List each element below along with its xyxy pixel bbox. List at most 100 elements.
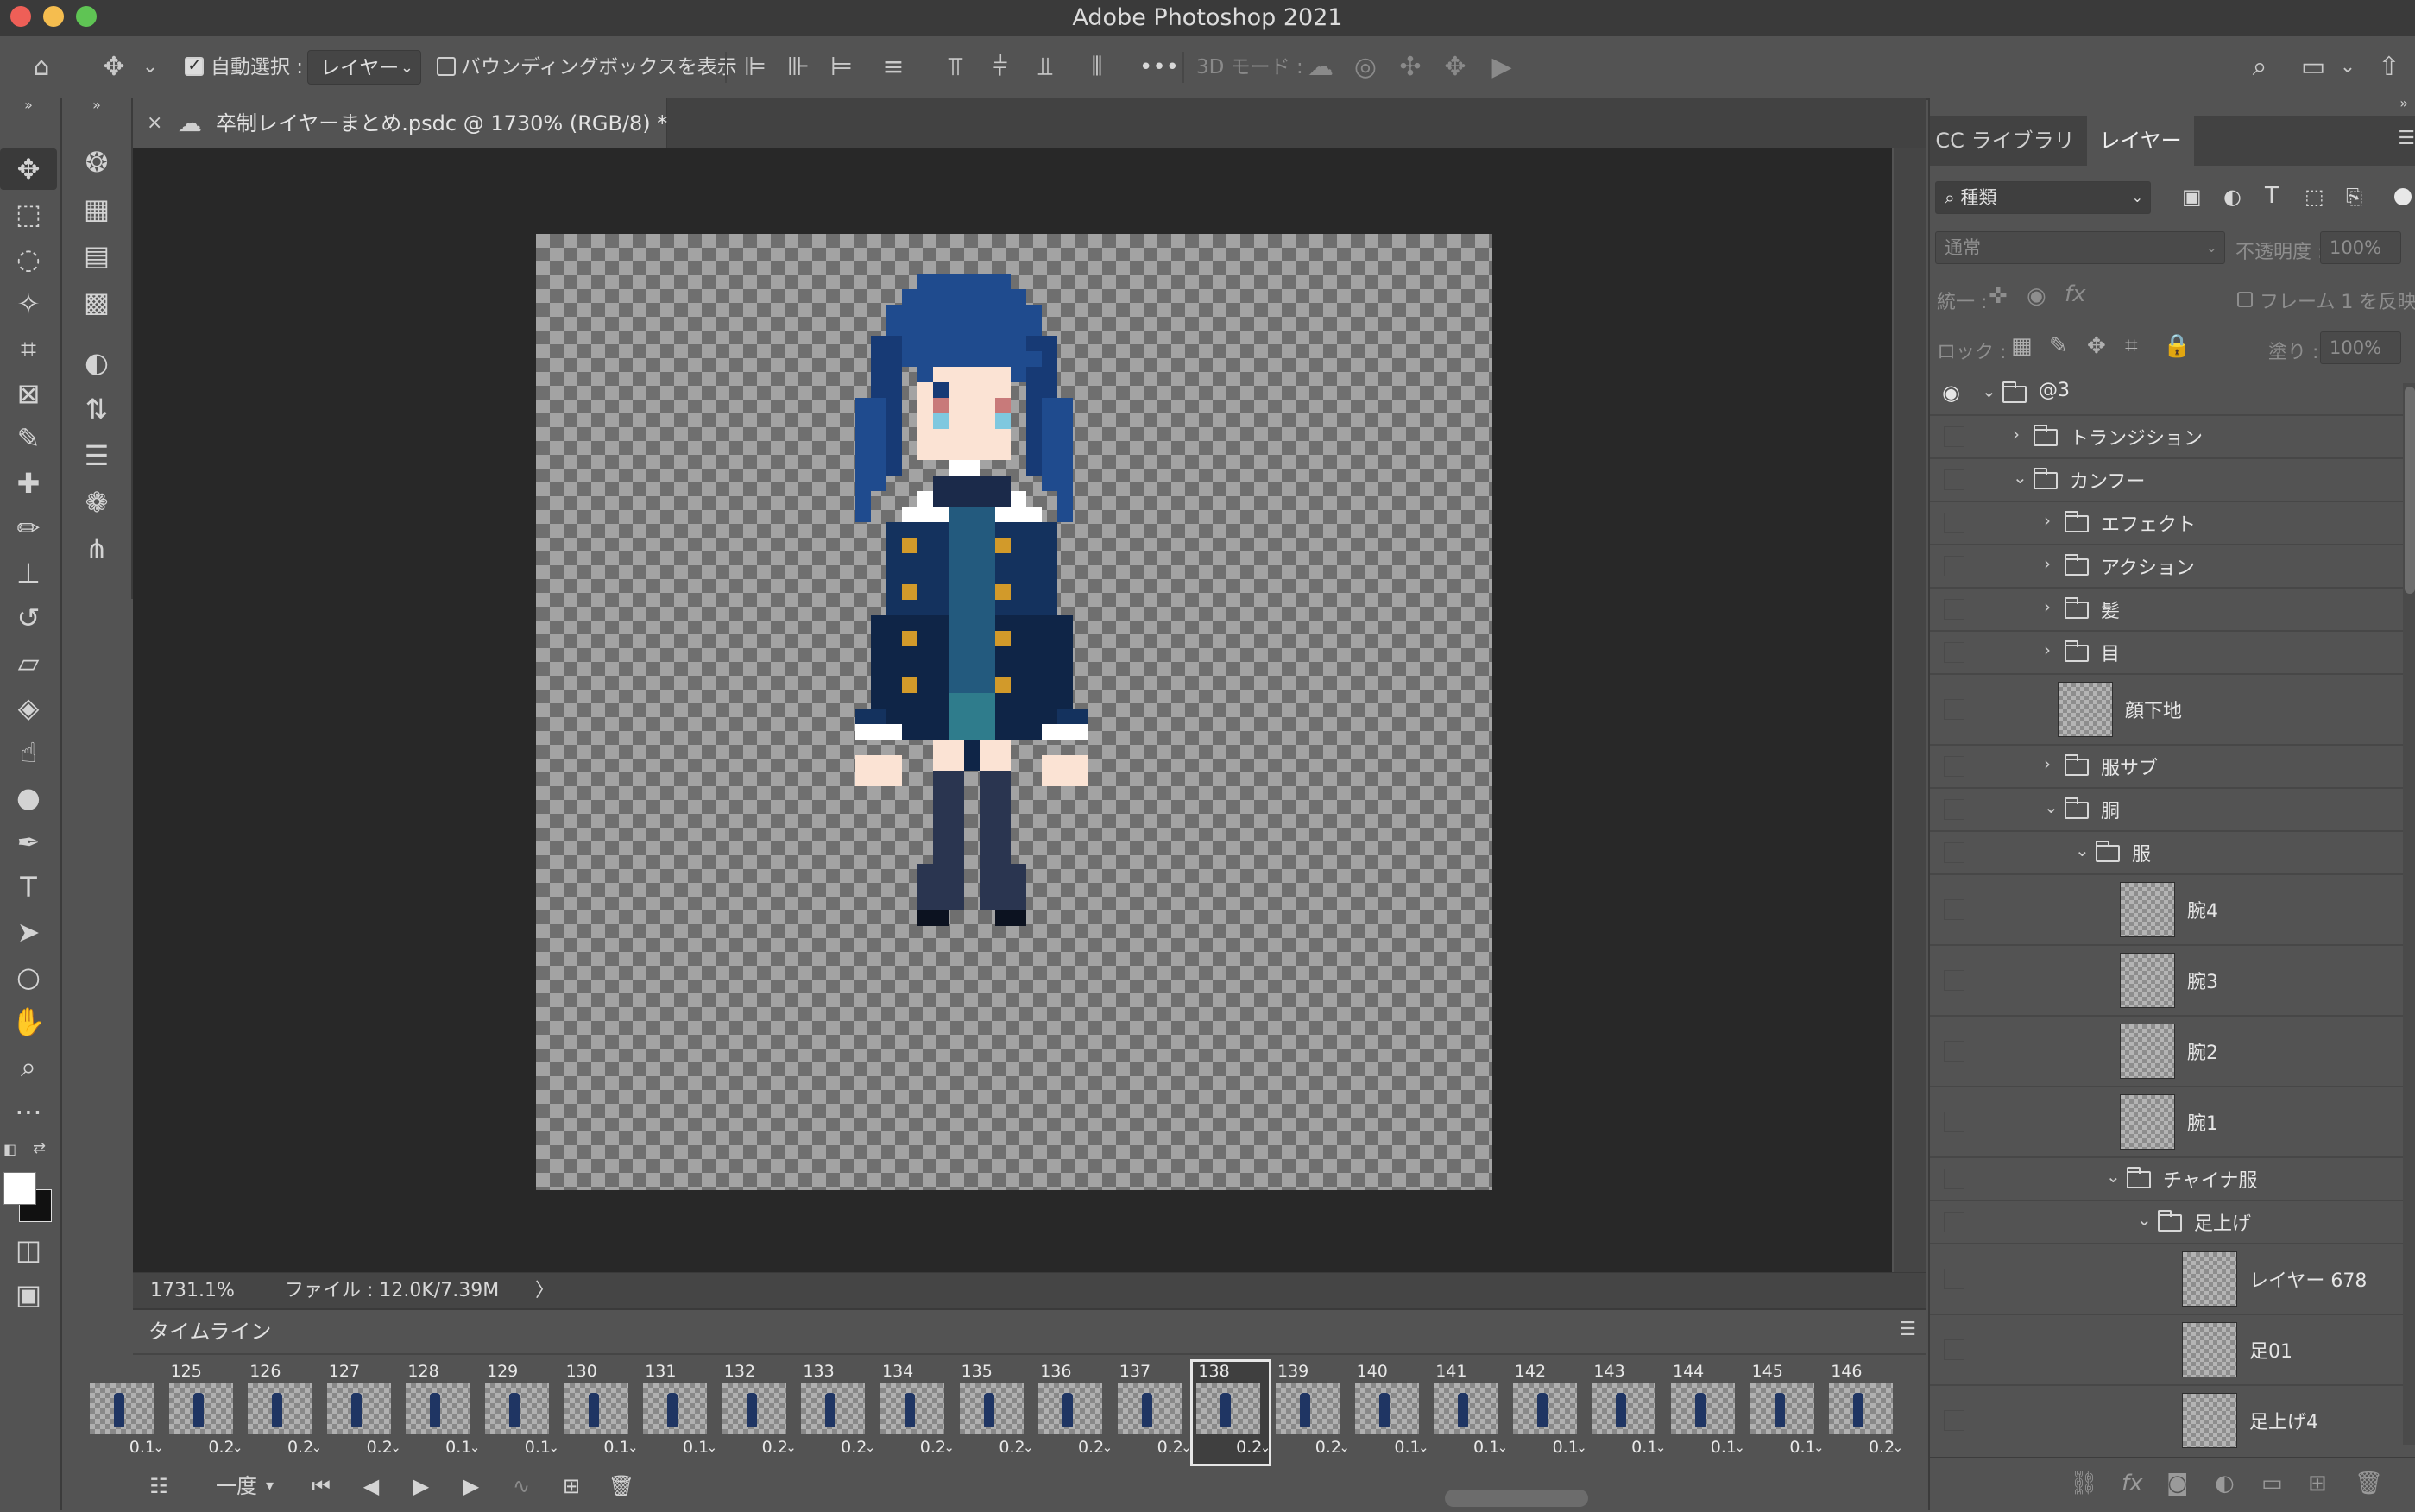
timeline-frame[interactable]: 132 0.2 ⌄ (719, 1362, 797, 1464)
tween-icon[interactable]: ∿ (504, 1469, 539, 1503)
chevron-down-icon[interactable]: ⌄ (2044, 797, 2059, 817)
panel-menu-icon[interactable]: ☰ (2398, 128, 2415, 149)
timeline-frame[interactable]: 146 0.2 ⌄ (1825, 1362, 1903, 1464)
timeline-frame[interactable]: 138 0.2 ⌄ (1190, 1359, 1272, 1466)
frame-delay-dropdown[interactable]: 0.2 (208, 1438, 234, 1457)
layer-group-row[interactable]: ◉ ⌄ @3 (1930, 371, 2403, 416)
screen-mode-icon[interactable]: ▣ (0, 1274, 57, 1315)
align-left-icon[interactable]: ⊫ (741, 52, 770, 83)
align-vcenter-icon[interactable]: ⫩ (986, 52, 1015, 83)
unify-style-icon[interactable]: fx (2065, 281, 2086, 307)
opacity-field[interactable]: 100% (2320, 231, 2401, 264)
layers-scrollbar[interactable] (2403, 383, 2415, 1445)
gradient-panel-icon[interactable]: ▤ (62, 235, 131, 276)
timeline-frame[interactable]: 0.1 ⌄ (86, 1362, 164, 1464)
filter-toggle[interactable] (2394, 188, 2412, 205)
timeline-frame[interactable]: 129 0.1 ⌄ (482, 1362, 559, 1464)
timeline-frame[interactable]: 144 0.1 ⌄ (1668, 1362, 1745, 1464)
collapse-icon[interactable]: » (62, 97, 131, 114)
visibility-toggle[interactable] (1944, 799, 1964, 820)
align-hcenter-icon[interactable]: ⊪ (784, 52, 813, 83)
healing-brush-icon[interactable]: ✚ (0, 463, 57, 504)
filter-smart-object-icon[interactable]: ⎘ (2346, 185, 2362, 209)
chevron-down-icon[interactable]: ⌄ (2137, 1209, 2152, 1230)
frame-delay-dropdown[interactable]: 0.2 (367, 1438, 393, 1457)
slide-3d-icon[interactable]: ✥ (1440, 52, 1471, 83)
table-panel-icon[interactable]: ▦ (62, 188, 131, 230)
timeline-frame[interactable]: 126 0.2 ⌄ (244, 1362, 322, 1464)
document-canvas[interactable] (536, 234, 1492, 1190)
frame-delay-dropdown[interactable]: 0.1 (1631, 1438, 1657, 1457)
channels-panel-icon[interactable]: ⇅ (62, 388, 131, 430)
filter-adjustment-icon[interactable]: ◐ (2223, 185, 2242, 209)
delete-frame-icon[interactable]: 🗑 (604, 1469, 639, 1503)
history-brush-icon[interactable]: ↺ (0, 597, 57, 639)
auto-select-checkbox[interactable] (185, 54, 204, 76)
frame-delay-dropdown[interactable]: 0.2 (1869, 1438, 1895, 1457)
visibility-toggle[interactable] (1944, 756, 1964, 777)
timeline-frame[interactable]: 135 0.2 ⌄ (956, 1362, 1034, 1464)
layer-group-row[interactable]: › 髪 (1930, 587, 2403, 632)
visibility-toggle[interactable] (1944, 899, 1964, 920)
hand-tool-icon[interactable]: ✋ (0, 1001, 57, 1043)
filter-type-icon[interactable]: T (2265, 183, 2279, 209)
stamp-tool-icon[interactable]: ⊥ (0, 552, 57, 594)
layer-group-row[interactable]: ⌄ カンフー (1930, 457, 2403, 502)
foreground-color-swatch[interactable] (3, 1172, 36, 1205)
link-layers-icon[interactable]: ⛓ (2070, 1471, 2098, 1496)
chevron-down-icon[interactable]: ⌄ (2106, 1166, 2121, 1187)
search-icon[interactable]: ⌕ (2242, 52, 2277, 83)
distribute-h-icon[interactable]: ≡ (879, 52, 908, 83)
auto-select-dropdown[interactable]: レイヤー ⌄ (307, 50, 421, 85)
roll-3d-icon[interactable]: ◎ (1350, 52, 1381, 83)
timeline-frame[interactable]: 125 0.2 ⌄ (166, 1362, 243, 1464)
timeline-frame[interactable]: 134 0.2 ⌄ (877, 1362, 955, 1464)
duplicate-frame-icon[interactable]: ⊞ (554, 1469, 589, 1503)
color-panel-icon[interactable]: ❁ (62, 482, 131, 523)
magic-wand-icon[interactable]: ✧ (0, 283, 57, 324)
visibility-toggle[interactable] (1944, 513, 1964, 533)
layer-group-row[interactable]: ⌄ チャイナ服 (1930, 1156, 2403, 1201)
adjustment-layer-icon[interactable]: ◐ (2215, 1471, 2235, 1496)
visibility-toggle[interactable] (1944, 1212, 1964, 1232)
frame-delay-dropdown[interactable]: 0.1 (1473, 1438, 1499, 1457)
move-tool-icon[interactable]: ✥ (0, 148, 57, 190)
layer-filter-dropdown[interactable]: ⌕ 種類 ⌄ (1935, 181, 2151, 214)
path-select-icon[interactable]: ➤ (0, 911, 57, 953)
layer-group-row[interactable]: › 服サブ (1930, 744, 2403, 789)
visibility-toggle[interactable] (1944, 1339, 1964, 1360)
chevron-down-icon[interactable]: ⌄ (1982, 381, 1996, 401)
frame-delay-dropdown[interactable]: 0.1 (129, 1438, 155, 1457)
add-mask-icon[interactable]: ◙ (2166, 1471, 2188, 1496)
prev-frame-icon[interactable]: ◀ (354, 1469, 388, 1503)
collapse-icon[interactable]: » (2399, 95, 2408, 111)
lock-all-icon[interactable]: 🔒 (2163, 333, 2191, 359)
timeline-frame[interactable]: 143 0.1 ⌄ (1588, 1362, 1666, 1464)
frame-delay-dropdown[interactable]: 0.2 (1315, 1438, 1341, 1457)
propagate-frame-checkbox[interactable] (2237, 292, 2253, 307)
layer-group-row[interactable]: › アクション (1930, 544, 2403, 589)
align-top-icon[interactable]: ⫪ (941, 52, 970, 83)
move-tool-icon[interactable]: ✥ (97, 52, 131, 83)
visibility-toggle[interactable] (1944, 970, 1964, 991)
timeline-frame[interactable]: 142 0.1 ⌄ (1510, 1362, 1587, 1464)
chevron-right-icon[interactable]: › (2044, 639, 2051, 660)
frame-delay-dropdown[interactable]: 0.2 (287, 1438, 313, 1457)
chevron-right-icon[interactable]: › (2013, 424, 2020, 444)
more-tools-icon[interactable]: ⋯ (0, 1091, 57, 1132)
unify-position-icon[interactable]: ✜ (1989, 283, 2008, 309)
layer-group-row[interactable]: › エフェクト (1930, 501, 2403, 545)
timeline-frame[interactable]: 141 0.1 ⌄ (1430, 1362, 1508, 1464)
fill-field[interactable]: 100% (2320, 331, 2401, 364)
chevron-down-icon[interactable]: ⌄ (138, 52, 162, 83)
home-icon[interactable]: ⌂ (24, 52, 59, 83)
frame-delay-dropdown[interactable]: 0.1 (603, 1438, 629, 1457)
visibility-toggle[interactable] (1944, 599, 1964, 620)
chevron-right-icon[interactable]: › (2044, 553, 2051, 574)
timeline-frame[interactable]: 139 0.2 ⌄ (1272, 1362, 1350, 1464)
layer-group-row[interactable]: › 目 (1930, 630, 2403, 675)
swap-colors-icon[interactable]: ⇄ (33, 1139, 46, 1157)
chevron-down-icon[interactable]: ⌄ (2075, 840, 2090, 860)
next-frame-icon[interactable]: ▶ (454, 1469, 489, 1503)
visibility-toggle[interactable] (1944, 1169, 1964, 1189)
